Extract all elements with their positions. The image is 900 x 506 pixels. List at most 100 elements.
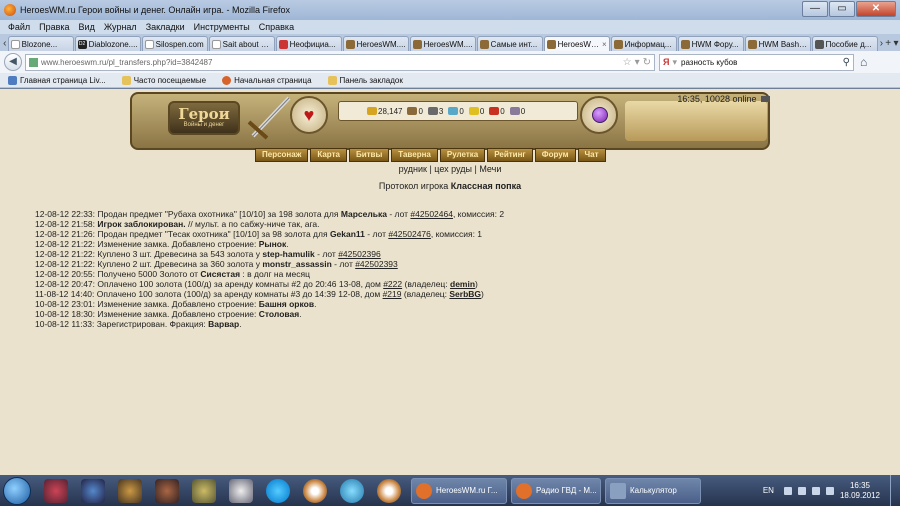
url-text[interactable]: www.heroeswm.ru/pl_transfers.php?id=3842… [41,58,620,67]
menu-roulette[interactable]: Рулетка [439,148,486,162]
skype-icon[interactable] [266,478,290,503]
browser-tab[interactable]: HWM Фору... [677,36,744,51]
search-icon[interactable]: ⚲ [843,57,850,68]
browser-tab[interactable]: Silospen.com [141,36,208,51]
menu-tools[interactable]: Инструменты [194,22,250,32]
menu-tavern[interactable]: Таверна [391,148,438,162]
lot-link[interactable]: #222 [383,279,402,289]
player-link[interactable]: Столовая [259,309,299,319]
clock[interactable]: 16:35 18.09.2012 [840,481,880,501]
reload-icon[interactable]: ↻ [643,57,651,68]
browser-tab[interactable]: D2 Diablozone.... [74,36,141,51]
search-input[interactable]: разность кубов [677,58,843,67]
browser-tab[interactable]: Информац... [610,36,677,51]
menu-view[interactable]: Вид [79,22,95,32]
language-indicator[interactable]: EN [763,486,774,495]
lot-link[interactable]: #42502393 [355,259,398,269]
minimize-button[interactable]: — [802,1,828,17]
menu-map[interactable]: Карта [310,148,347,162]
browser-tab[interactable]: Самые инт... [476,36,543,51]
browser-tab[interactable]: Sait about D... [208,36,275,51]
show-desktop-button[interactable] [890,475,900,506]
browser-tab[interactable]: HeroesWM.... [342,36,409,51]
bookmark-start-page[interactable]: Начальная страница [222,75,312,85]
player-link[interactable]: Gekan11 [330,229,365,239]
game-launcher-icon[interactable] [155,478,179,503]
volume-icon[interactable] [811,486,820,495]
tab-close-icon[interactable]: × [602,40,607,49]
tab-label: Blozone... [21,39,58,49]
search-bar[interactable]: Я ▾ разность кубов ⚲ [659,53,854,71]
link-ore-workshop[interactable]: цех руды [434,164,472,174]
browser-tab[interactable]: HWM Bash ... [744,36,811,51]
player-link[interactable]: Сисястая [200,269,240,279]
menu-bookmarks[interactable]: Закладки [146,22,185,32]
tab-favicon-icon [814,39,824,49]
game-launcher-icon[interactable] [118,478,142,503]
game-launcher-icon[interactable] [44,478,68,503]
browser-tab[interactable]: HeroesWM.... [409,36,476,51]
home-icon[interactable]: ⌂ [860,55,867,69]
task-calculator[interactable]: Калькулятор [605,477,701,504]
lot-link[interactable]: #42502476 [388,229,431,239]
network-icon[interactable] [797,486,806,495]
menu-edit[interactable]: Правка [39,22,69,32]
maximize-button[interactable]: ▭ [829,1,855,17]
menu-rating[interactable]: Рейтинг [487,148,533,162]
url-bar[interactable]: www.heroeswm.ru/pl_transfers.php?id=3842… [25,53,655,71]
menu-character[interactable]: Персонаж [255,148,309,162]
bookmark-star-icon[interactable]: ☆ [623,57,632,68]
link-mine[interactable]: рудник [399,164,427,174]
game-logo[interactable]: Герои Войны и денег [168,101,240,135]
tab-label: HWM Фору... [691,39,739,49]
aimp-icon[interactable] [229,478,253,503]
tab-list-dropdown-icon[interactable]: ▾ [892,36,900,51]
browser-tab[interactable]: Неофициа... [275,36,342,51]
menu-help[interactable]: Справка [259,22,294,32]
yandex-icon[interactable]: Я [663,57,669,67]
tray-arrow-icon[interactable] [783,486,792,495]
flag-icon[interactable] [825,486,834,495]
site-identity-icon[interactable] [29,57,38,67]
task-firefox-radio[interactable]: Радио ГВД - М... [511,477,601,504]
start-button[interactable] [3,476,31,505]
game-launcher-icon[interactable] [192,478,216,503]
player-link[interactable]: SerbBG [449,289,481,299]
lot-link[interactable]: #42502396 [338,249,381,259]
link-swords[interactable]: Мечи [479,164,501,174]
game-launcher-icon[interactable] [81,478,105,503]
mana-circle[interactable] [580,96,618,134]
menu-battles[interactable]: Битвы [348,148,390,162]
browser-tab[interactable]: Пособие д... [811,36,878,51]
health-heart-icon[interactable]: ♥ [290,96,328,134]
envelope-icon[interactable] [761,96,770,102]
browser-tab[interactable]: Blozone... [7,36,74,51]
menu-chat[interactable]: Чат [577,148,606,162]
browser-tab[interactable]: HeroesWM... × [543,36,610,51]
menu-history[interactable]: Журнал [104,22,137,32]
menu-file[interactable]: Файл [8,22,30,32]
close-button[interactable]: ✕ [856,1,896,17]
media-player-icon[interactable] [303,478,327,503]
task-firefox-heroeswm[interactable]: HeroesWM.ru Г... [411,477,507,504]
media-player-icon[interactable] [377,478,401,503]
player-link[interactable]: step-hamulik [262,249,314,259]
new-tab-icon[interactable]: + [884,36,892,51]
player-link[interactable]: Башня орков [259,299,314,309]
dropdown-arrow-icon[interactable]: ▾ [635,57,640,68]
player-link[interactable]: Варвар [208,319,239,329]
bookmark-most-visited[interactable]: Часто посещаемые [121,75,206,85]
internet-explorer-icon[interactable] [340,478,364,503]
bookmark-live-home[interactable]: Главная страница Liv... [8,75,106,85]
player-name[interactable]: Классная попка [451,181,521,191]
menu-forum[interactable]: Форум [534,148,576,162]
lot-link[interactable]: #219 [383,289,402,299]
lot-link[interactable]: #42502464 [410,209,453,219]
player-link[interactable]: Марселька [341,209,387,219]
player-link[interactable]: demin [450,279,475,289]
back-button[interactable]: ◀ [4,53,22,71]
player-link[interactable]: monstr_assassin [262,259,331,269]
bookmark-toolbar[interactable]: Панель закладок [327,75,403,85]
player-link[interactable]: Игрок заблокирован. [97,219,185,229]
player-link[interactable]: Рынок [259,239,287,249]
